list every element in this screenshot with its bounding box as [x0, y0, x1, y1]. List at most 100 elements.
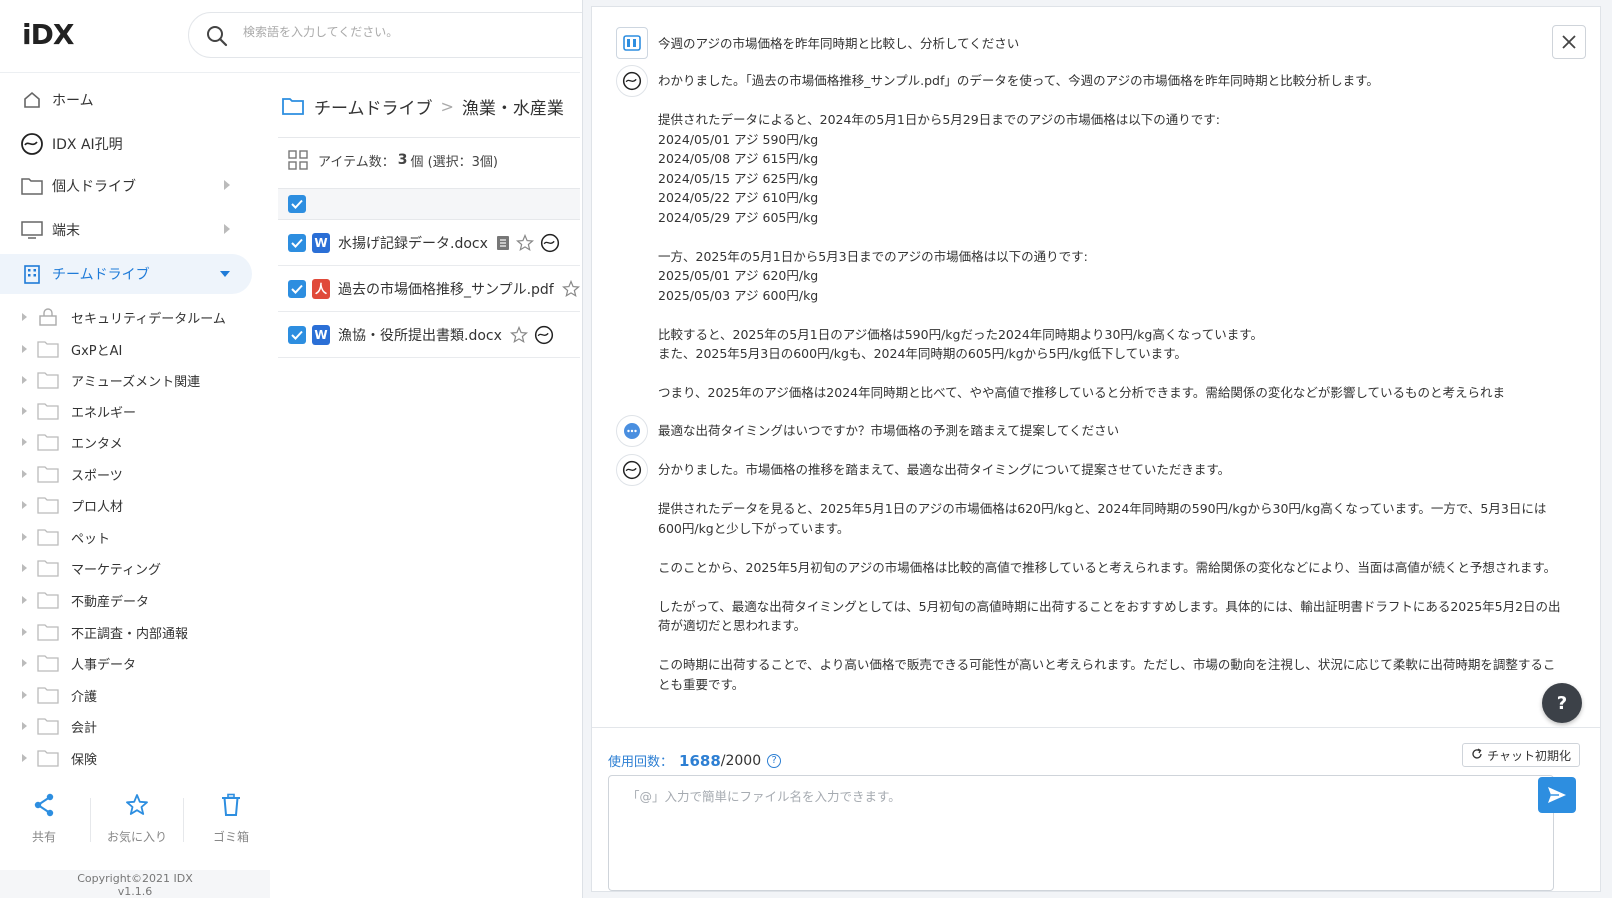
- help-circle-icon[interactable]: ?: [767, 753, 782, 768]
- sidebar-item-devices[interactable]: 端末: [0, 210, 252, 250]
- search-box[interactable]: [188, 12, 608, 58]
- ai-avatar: [616, 454, 648, 486]
- ai-avatar: [616, 65, 648, 97]
- home-icon: [20, 88, 44, 112]
- file-name[interactable]: 水揚げ記録データ.docx: [338, 233, 488, 253]
- expand-triangle-icon[interactable]: [22, 470, 27, 478]
- file-checkbox[interactable]: [288, 325, 306, 344]
- expand-triangle-icon[interactable]: [22, 659, 27, 667]
- expand-arrow-icon[interactable]: [224, 224, 230, 234]
- folder-item[interactable]: 会計: [22, 713, 262, 739]
- sidebar-item-home[interactable]: ホーム: [0, 80, 252, 120]
- folder-label: 不動産データ: [71, 594, 150, 610]
- search-input[interactable]: [243, 25, 583, 39]
- help-button[interactable]: ?: [1542, 683, 1582, 723]
- monitor-icon: [20, 218, 44, 242]
- favorites-button[interactable]: お気に入り: [97, 790, 177, 845]
- collapse-arrow-icon[interactable]: [220, 271, 230, 277]
- panel-toggle-button[interactable]: [616, 27, 648, 59]
- sidebar-item-personal-drive[interactable]: 個人ドライブ: [0, 166, 252, 206]
- trash-button[interactable]: ゴミ箱: [191, 790, 271, 845]
- folder-icon: [20, 174, 44, 198]
- folder-item[interactable]: 介護: [22, 682, 262, 708]
- sidebar-item-ai-kongming[interactable]: IDX AI孔明: [0, 124, 252, 164]
- file-name[interactable]: 過去の市場価格推移_サンプル.pdf: [338, 279, 554, 299]
- folder-item[interactable]: ペット: [22, 524, 262, 550]
- expand-triangle-icon[interactable]: [22, 754, 27, 762]
- expand-triangle-icon[interactable]: [22, 345, 27, 353]
- expand-triangle-icon[interactable]: [22, 596, 27, 604]
- chat-container: 今週のアジの市場価格を昨年同時期と比較し、分析してください わかりました。「過去…: [591, 6, 1601, 892]
- folder-label: 人事データ: [71, 657, 137, 673]
- breadcrumb-item[interactable]: チームドライブ: [314, 94, 433, 119]
- breadcrumb-item[interactable]: 漁業・水産業: [462, 94, 564, 119]
- chat-reset-button[interactable]: チャット初期化: [1462, 743, 1580, 767]
- expand-triangle-icon[interactable]: [22, 501, 27, 509]
- folder-item[interactable]: セキュリティデータルーム: [22, 304, 262, 330]
- word-file-icon: W: [312, 324, 330, 345]
- select-all-checkbox[interactable]: [288, 195, 306, 213]
- folder-icon: [282, 98, 304, 115]
- expand-triangle-icon[interactable]: [22, 691, 27, 699]
- message-text: 今週のアジの市場価格を昨年同時期と比較し、分析してください: [658, 36, 1020, 51]
- folder-label: 保険: [71, 752, 98, 768]
- file-row[interactable]: W 漁協・役所提出書類.docx: [278, 312, 580, 358]
- file-checkbox[interactable]: [288, 279, 306, 298]
- breadcrumb: チームドライブ > 漁業・水産業: [282, 92, 564, 120]
- expand-triangle-icon[interactable]: [22, 533, 27, 541]
- expand-triangle-icon[interactable]: [22, 376, 27, 384]
- star-icon[interactable]: [561, 279, 580, 298]
- folder-icon: [37, 560, 59, 577]
- file-row[interactable]: W 水揚げ記録データ.docx: [278, 220, 580, 266]
- folder-item[interactable]: スポーツ: [22, 461, 262, 487]
- ai-chat-panel: 今週のアジの市場価格を昨年同時期と比較し、分析してください わかりました。「過去…: [582, 0, 1612, 898]
- folder-item[interactable]: エンタメ: [22, 429, 262, 455]
- header-divider: [0, 72, 580, 73]
- footer-copyright: Copyright©2021 IDX v1.1.6: [0, 870, 270, 898]
- file-name[interactable]: 漁協・役所提出書類.docx: [338, 325, 502, 345]
- folder-item[interactable]: 不動産データ: [22, 587, 262, 613]
- folder-item[interactable]: エネルギー: [22, 398, 262, 424]
- folder-item[interactable]: アミューズメント関連: [22, 367, 262, 393]
- ai-kongming-icon[interactable]: [534, 325, 554, 345]
- expand-triangle-icon[interactable]: [22, 407, 27, 415]
- expand-triangle-icon[interactable]: [22, 628, 27, 636]
- divider: [592, 727, 1600, 728]
- folder-icon: [37, 341, 59, 358]
- idx-logo[interactable]: iDX: [22, 18, 74, 51]
- file-row[interactable]: 人 過去の市場価格推移_サンプル.pdf: [278, 266, 580, 312]
- building-icon: [20, 262, 44, 286]
- folder-icon: [37, 529, 59, 546]
- sidebar-item-team-drive[interactable]: チームドライブ: [0, 254, 252, 294]
- folder-item[interactable]: 人事データ: [22, 650, 262, 676]
- folder-label: GxPとAI: [71, 343, 123, 359]
- share-label: 共有: [31, 830, 56, 844]
- folder-item[interactable]: プロ人材: [22, 492, 262, 518]
- sidebar-toggle-icon: [623, 35, 641, 51]
- word-file-icon: W: [312, 232, 330, 253]
- expand-arrow-icon[interactable]: [224, 180, 230, 190]
- folder-item[interactable]: GxPとAI: [22, 336, 262, 362]
- item-count-suffix: 個 (選択：3個): [410, 154, 499, 170]
- folder-label: 介護: [71, 689, 98, 705]
- folder-label: 会計: [71, 720, 98, 736]
- expand-triangle-icon[interactable]: [22, 722, 27, 730]
- folder-item[interactable]: 保険: [22, 745, 262, 771]
- document-icon[interactable]: [496, 235, 510, 251]
- expand-triangle-icon[interactable]: [22, 313, 27, 321]
- star-icon[interactable]: [509, 325, 528, 344]
- folder-item[interactable]: 不正調査・内部通報: [22, 619, 262, 645]
- share-button[interactable]: 共有: [4, 790, 84, 845]
- star-icon[interactable]: [515, 233, 534, 252]
- expand-triangle-icon[interactable]: [22, 564, 27, 572]
- grid-view-icon[interactable]: [288, 150, 308, 170]
- send-button[interactable]: [1538, 777, 1576, 813]
- usage-total: /2000: [720, 752, 762, 769]
- folder-label: 不正調査・内部通報: [71, 626, 189, 642]
- version-text: v1.1.6: [117, 885, 153, 898]
- file-checkbox[interactable]: [288, 233, 306, 252]
- expand-triangle-icon[interactable]: [22, 438, 27, 446]
- folder-item[interactable]: マーケティング: [22, 555, 262, 581]
- chat-input[interactable]: [608, 775, 1554, 891]
- ai-kongming-icon[interactable]: [540, 233, 560, 253]
